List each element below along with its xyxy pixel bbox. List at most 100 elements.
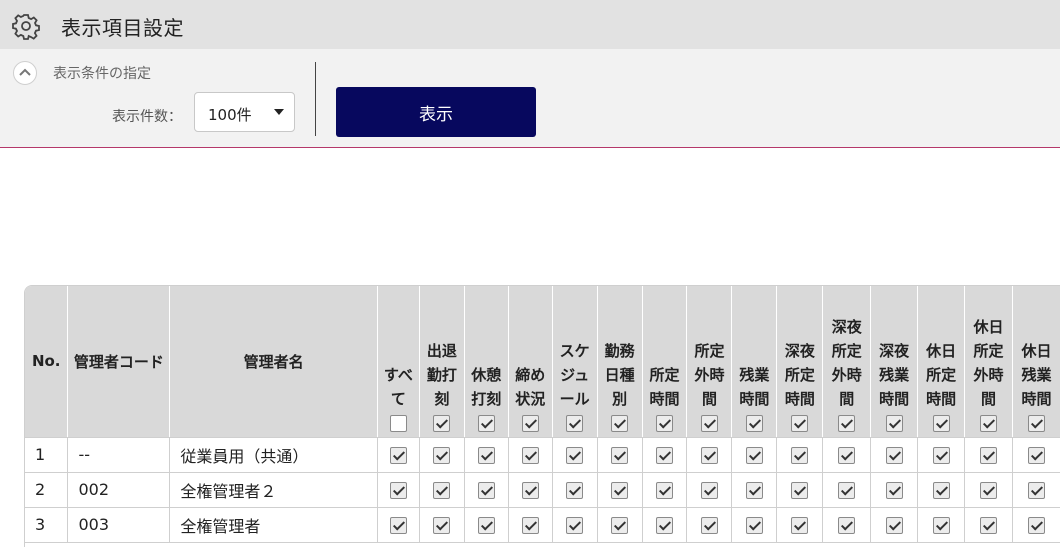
row-checkbox[interactable] [477,447,495,464]
row-checkbox[interactable] [433,517,451,534]
row-checkbox[interactable] [838,482,856,499]
row-checkbox[interactable] [521,482,539,499]
table-row[interactable]: 1 -- 従業員用（共通） [25,437,1060,473]
row-checkbox[interactable] [791,447,809,464]
row-check-cell [419,437,465,473]
header-column-10: 深夜 所定 外時間 [822,286,872,438]
row-check-cell [597,472,643,508]
row-checkbox[interactable] [566,447,584,464]
row-checkbox[interactable] [980,447,997,464]
header-label-line: 時間 [739,389,770,408]
row-check-cell [1012,472,1060,508]
header-label: 締め 状況 [509,363,552,411]
row-checkbox[interactable] [433,447,451,464]
header-checkbox[interactable] [932,415,950,432]
header-label: 出退 勤打刻 [420,339,464,411]
header-checkbox[interactable] [611,415,629,432]
row-checkbox[interactable] [838,447,856,464]
row-checkbox[interactable] [745,482,763,499]
header-checkbox[interactable] [980,415,997,432]
header-checkbox[interactable] [1027,415,1045,432]
header-checkbox-cell [1013,411,1060,437]
row-checkbox[interactable] [980,482,997,499]
row-checkbox[interactable] [885,447,903,464]
header-checkbox[interactable] [700,415,718,432]
header-label: 所定 外時間 [687,339,731,411]
header-checkbox[interactable] [838,415,856,432]
row-checkbox[interactable] [611,517,629,534]
header-label: 残業 時間 [732,363,776,411]
row-checkbox[interactable] [1027,447,1045,464]
row-check-cell [870,437,919,473]
header-checkbox-cell [918,411,964,437]
row-admin-code: 002 [67,472,171,508]
row-checkbox[interactable] [433,482,451,499]
row-checkbox[interactable] [521,517,539,534]
row-checkbox[interactable] [611,447,629,464]
display-count-value: 100件 [208,106,252,124]
header-label-line: スケ [559,341,590,360]
row-checkbox[interactable] [477,482,495,499]
header-label-line: 時間 [926,389,957,408]
header-checkbox[interactable] [656,415,674,432]
row-checkbox[interactable] [700,447,718,464]
row-checkbox[interactable] [700,482,718,499]
row-checkbox[interactable] [1027,482,1045,499]
row-checkbox[interactable] [566,517,584,534]
row-checkbox[interactable] [932,517,950,534]
row-check-cell [964,507,1013,543]
row-check-cell [964,437,1013,473]
row-check-cell [917,507,966,543]
collapse-button[interactable] [13,61,37,85]
row-checkbox[interactable] [932,482,950,499]
row-checkbox[interactable] [566,482,584,499]
header-label-line: 時間 [1021,389,1052,408]
row-checkbox[interactable] [389,482,407,499]
row-checkbox[interactable] [745,517,763,534]
row-checkbox[interactable] [1027,517,1045,534]
header-label-line: 時間 [649,389,680,408]
row-checkbox[interactable] [791,482,809,499]
header-column-1: 出退 勤打刻 [419,286,465,438]
header-label-line: 所定 [926,365,957,384]
header-checkbox-cell [553,411,597,437]
row-checkbox[interactable] [389,447,407,464]
header-checkbox-cell [823,411,870,437]
header-label-line: 外時 [831,365,862,384]
row-check-cell [822,507,872,543]
row-checkbox[interactable] [477,517,495,534]
table-row[interactable]: 3 003 全権管理者 [25,507,1060,543]
row-checkbox[interactable] [885,482,903,499]
row-checkbox[interactable] [389,517,407,534]
header-checkbox[interactable] [791,415,809,432]
header-checkbox[interactable] [477,415,495,432]
header-checkbox[interactable] [389,415,407,432]
header-label: スケ ジュ ール [553,339,597,411]
row-checkbox[interactable] [656,482,674,499]
show-button[interactable]: 表示 [336,87,536,137]
table-row[interactable]: 2 002 全権管理者２ [25,472,1060,508]
row-checkbox[interactable] [980,517,997,534]
display-count-select[interactable]: 100件 [194,92,295,132]
header-checkbox[interactable] [521,415,539,432]
header-checkbox[interactable] [885,415,903,432]
row-checkbox[interactable] [656,447,674,464]
row-check-cell [597,507,643,543]
row-checkbox[interactable] [838,517,856,534]
row-checkbox[interactable] [611,482,629,499]
row-checkbox[interactable] [656,517,674,534]
row-checkbox[interactable] [791,517,809,534]
header-checkbox[interactable] [433,415,451,432]
row-checkbox[interactable] [885,517,903,534]
row-checkbox[interactable] [521,447,539,464]
header-column-14: 休日 残業 時間 [1012,286,1060,438]
header-checkbox[interactable] [566,415,584,432]
row-checkbox[interactable] [700,517,718,534]
header-label-line: ジュ [560,365,590,384]
row-checkbox[interactable] [932,447,950,464]
header-checkbox[interactable] [745,415,763,432]
row-admin-name: 従業員用（共通） [169,437,378,473]
row-check-cell [642,472,688,508]
row-checkbox[interactable] [745,447,763,464]
header-column-2: 休憩 打刻 [464,286,509,438]
